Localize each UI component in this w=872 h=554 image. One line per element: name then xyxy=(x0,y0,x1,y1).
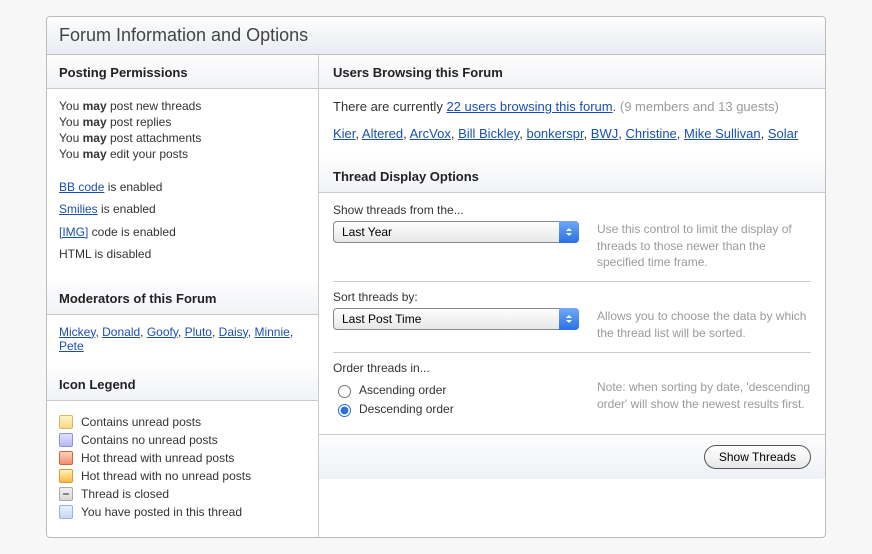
browsing-count-link[interactable]: 22 users browsing this forum xyxy=(446,99,612,114)
show-threads-desc: Use this control to limit the display of… xyxy=(597,221,811,271)
moderator-link[interactable]: Pluto xyxy=(185,325,212,339)
browsing-user-link[interactable]: Bill Bickley xyxy=(458,126,519,141)
order-threads-label: Order threads in... xyxy=(333,361,811,375)
browsers-body: There are currently 22 users browsing th… xyxy=(319,89,825,159)
moderators-body: Mickey, Donald, Goofy, Pluto, Daisy, Min… xyxy=(47,315,318,367)
hot-nounread-icon xyxy=(59,469,73,483)
img-link[interactable]: [IMG] xyxy=(59,225,88,239)
posted-icon xyxy=(59,505,73,519)
show-threads-button[interactable]: Show Threads xyxy=(704,445,811,469)
moderator-link[interactable]: Goofy xyxy=(147,325,178,339)
legend-nounread: Contains no unread posts xyxy=(81,433,218,447)
legend-hot-unread: Hot thread with unread posts xyxy=(81,451,234,465)
show-threads-label: Show threads from the... xyxy=(333,203,811,217)
legend-posted: You have posted in this thread xyxy=(81,505,242,519)
legend-unread: Contains unread posts xyxy=(81,415,201,429)
browsing-user-link[interactable]: Solar xyxy=(768,126,798,141)
moderator-link[interactable]: Pete xyxy=(59,339,84,353)
footer-bar: Show Threads xyxy=(319,434,825,479)
show-threads-select[interactable]: Last Year xyxy=(333,221,579,243)
moderator-link[interactable]: Mickey xyxy=(59,325,95,339)
browsing-user-link[interactable]: BWJ xyxy=(591,126,618,141)
icon-legend-body: Contains unread posts Contains no unread… xyxy=(47,401,318,537)
browsing-user-link[interactable]: Kier xyxy=(333,126,355,141)
order-threads-desc: Note: when sorting by date, 'descending … xyxy=(597,379,811,413)
legend-closed: Thread is closed xyxy=(81,487,169,501)
order-desc-radio[interactable] xyxy=(338,404,351,417)
browsers-title: Users Browsing this Forum xyxy=(319,55,825,89)
browsing-user-link[interactable]: ArcVox xyxy=(410,126,451,141)
icon-legend-title: Icon Legend xyxy=(47,367,318,401)
right-column: Users Browsing this Forum There are curr… xyxy=(319,55,825,537)
browsing-user-link[interactable]: Altered xyxy=(362,126,403,141)
moderator-link[interactable]: Daisy xyxy=(219,325,248,339)
nounread-icon xyxy=(59,433,73,447)
moderators-title: Moderators of this Forum xyxy=(47,281,318,315)
hot-unread-icon xyxy=(59,451,73,465)
posting-permissions-body: You may post new threads You may post re… xyxy=(47,89,318,281)
closed-icon xyxy=(59,487,73,501)
moderator-link[interactable]: Donald xyxy=(102,325,140,339)
display-options-title: Thread Display Options xyxy=(319,159,825,193)
sort-threads-desc: Allows you to choose the data by which t… xyxy=(597,308,811,342)
smilies-link[interactable]: Smilies xyxy=(59,202,98,216)
browsing-user-link[interactable]: bonkerspr xyxy=(526,126,583,141)
forum-info-panel: Forum Information and Options Posting Pe… xyxy=(46,16,826,538)
display-options-body: Show threads from the... Last Year Use t… xyxy=(319,193,825,434)
moderator-link[interactable]: Minnie xyxy=(254,325,289,339)
panel-title: Forum Information and Options xyxy=(47,17,825,55)
order-asc-radio[interactable] xyxy=(338,385,351,398)
browsing-user-link[interactable]: Christine xyxy=(625,126,676,141)
browsing-user-link[interactable]: Mike Sullivan xyxy=(684,126,761,141)
bbcode-link[interactable]: BB code xyxy=(59,180,104,194)
sort-threads-label: Sort threads by: xyxy=(333,290,811,304)
sort-threads-select[interactable]: Last Post Time xyxy=(333,308,579,330)
posting-permissions-title: Posting Permissions xyxy=(47,55,318,89)
unread-icon xyxy=(59,415,73,429)
left-column: Posting Permissions You may post new thr… xyxy=(47,55,319,537)
legend-hot-nounread: Hot thread with no unread posts xyxy=(81,469,251,483)
